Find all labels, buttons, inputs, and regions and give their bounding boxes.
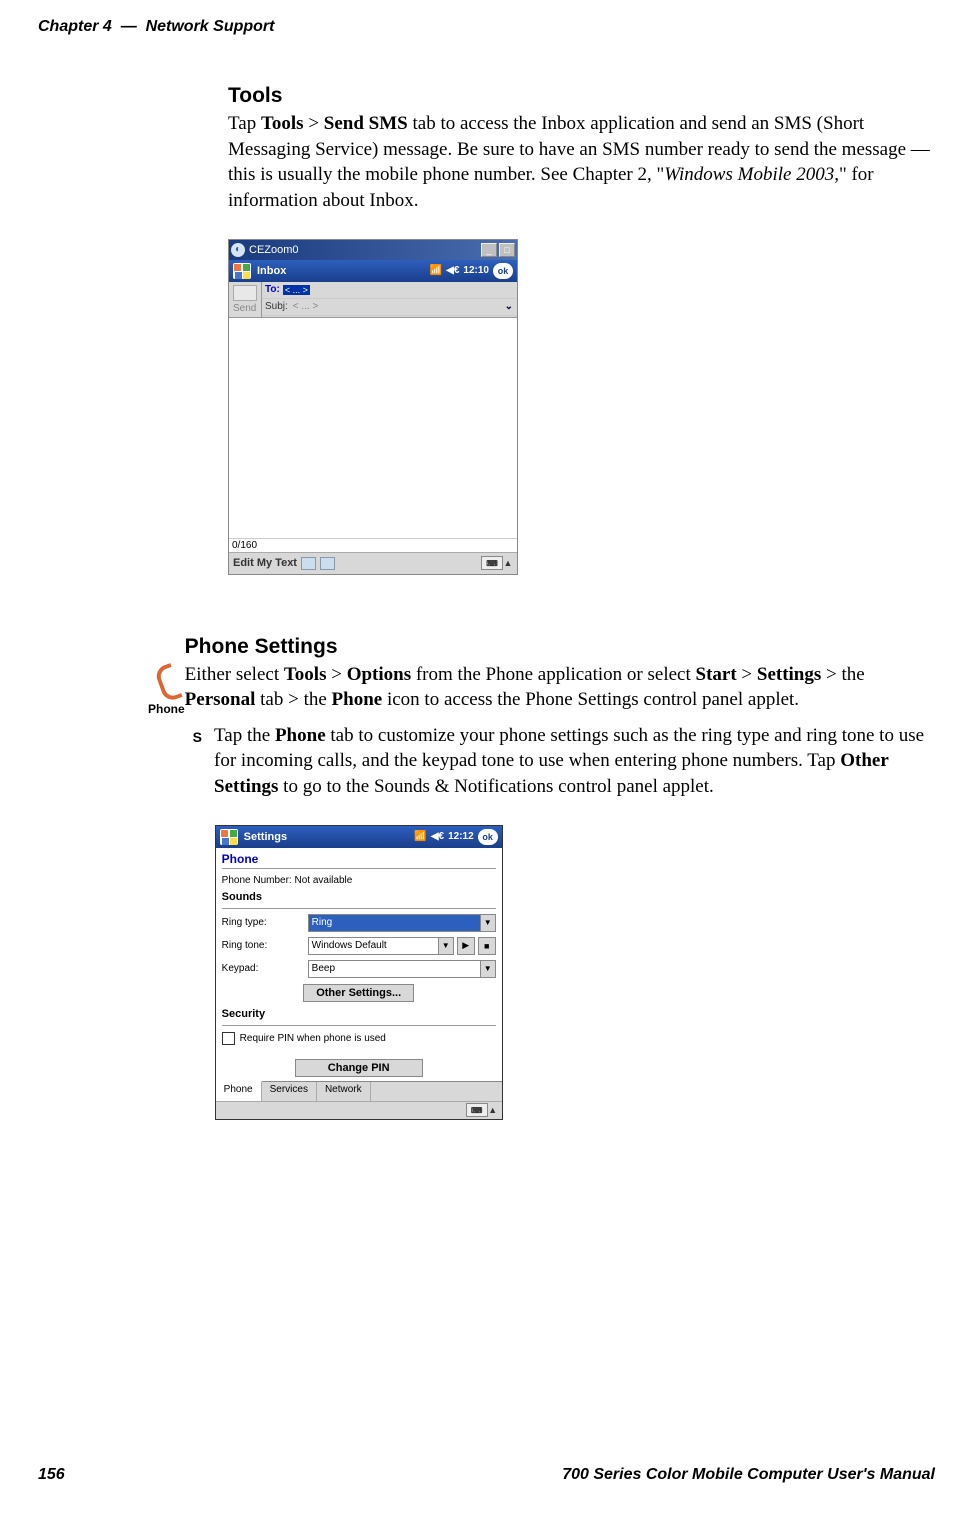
- chevron-down-icon[interactable]: ▼: [438, 938, 453, 954]
- compose-header: Send To: < ... > Subj: < ... > ⌄: [229, 282, 517, 318]
- play-button[interactable]: ▶: [457, 937, 475, 955]
- em-dash: —: [121, 18, 137, 35]
- volume-icon: ◀€: [446, 265, 459, 276]
- up-arrow-icon[interactable]: ▲: [488, 1105, 498, 1115]
- page-footer: 156 700 Series Color Mobile Computer Use…: [0, 1466, 973, 1484]
- window-titlebar: ◐ CEZoom0 _ □: [229, 240, 517, 260]
- ring-type-dropdown[interactable]: Ring ▼: [308, 914, 496, 932]
- phone-icon-label: Phone: [148, 702, 185, 716]
- keypad-dropdown[interactable]: Beep ▼: [308, 960, 496, 978]
- up-arrow-icon[interactable]: ▲: [503, 558, 513, 568]
- settings-bottom-bar: ⌨ ▲: [216, 1101, 502, 1119]
- toolbar-icon-2[interactable]: [320, 557, 335, 570]
- ring-type-row: Ring type: Ring ▼: [222, 914, 496, 932]
- subject-placeholder: < ... >: [291, 301, 319, 312]
- settings-title: Settings: [244, 831, 287, 843]
- window-title: CEZoom0: [249, 244, 299, 256]
- other-settings-button[interactable]: Other Settings...: [303, 984, 414, 1002]
- chevron-down-icon[interactable]: ▼: [480, 915, 495, 931]
- char-counter: 0/160: [229, 538, 517, 552]
- tab-phone[interactable]: Phone: [216, 1081, 262, 1101]
- ok-button[interactable]: ok: [493, 263, 513, 279]
- signal-icon: 📶: [430, 265, 442, 276]
- signal-icon: 📶: [414, 831, 426, 842]
- tools-heading: Tools: [228, 84, 935, 108]
- volume-icon: ◀€: [431, 831, 444, 842]
- chapter-number: Chapter 4: [38, 18, 112, 35]
- require-pin-row[interactable]: Require PIN when phone is used: [222, 1032, 496, 1045]
- app-name: Inbox: [257, 265, 286, 277]
- phone-applet-icon: Phone: [148, 635, 185, 1120]
- change-pin-button[interactable]: Change PIN: [295, 1059, 423, 1077]
- ce-top-bar: Inbox 📶 ◀€ 12:10 ok: [229, 260, 517, 282]
- edit-my-text-button[interactable]: Edit My Text: [233, 557, 297, 569]
- chapter-title: Network Support: [146, 18, 275, 35]
- phone-settings-heading: Phone Settings: [185, 635, 935, 659]
- clock: 12:10: [463, 265, 489, 276]
- phone-number-label: Phone Number:: [222, 875, 292, 886]
- minimize-button[interactable]: _: [481, 243, 497, 257]
- running-header: Chapter 4 — Network Support: [0, 0, 973, 36]
- ring-tone-dropdown[interactable]: Windows Default ▼: [308, 937, 454, 955]
- subject-field[interactable]: Subj: < ... > ⌄: [262, 299, 517, 316]
- maximize-button[interactable]: □: [499, 243, 515, 257]
- phone-section-link[interactable]: Phone: [222, 852, 496, 866]
- tools-paragraph: Tap Tools > Send SMS tab to access the I…: [228, 111, 935, 214]
- require-pin-label: Require PIN when phone is used: [240, 1033, 386, 1044]
- start-flag-icon[interactable]: [220, 829, 238, 845]
- phone-handset-icon: [156, 665, 176, 699]
- require-pin-checkbox[interactable]: [222, 1032, 235, 1045]
- ring-tone-label: Ring tone:: [222, 940, 308, 951]
- to-recipient-chip[interactable]: < ... >: [283, 285, 310, 295]
- bullet-item: S Tap the Phone tab to customize your ph…: [193, 723, 935, 800]
- toolbar-icon-1[interactable]: [301, 557, 316, 570]
- keyboard-icon[interactable]: ⌨: [466, 1103, 488, 1117]
- bullet-marker-icon: S: [193, 728, 202, 800]
- page-number: 156: [38, 1466, 65, 1484]
- app-icon: ◐: [231, 243, 245, 257]
- phone-settings-screenshot: Settings 📶 ◀€ 12:12 ok Phone Phone Numbe…: [215, 825, 503, 1120]
- settings-tabs: Phone Services Network: [216, 1081, 502, 1101]
- to-field[interactable]: To: < ... >: [262, 282, 517, 299]
- phone-number-row: Phone Number: Not available: [222, 875, 496, 886]
- to-label: To:: [262, 284, 283, 295]
- settings-top-bar: Settings 📶 ◀€ 12:12 ok: [216, 826, 502, 848]
- bottom-toolbar: Edit My Text ⌨ ▲: [229, 552, 517, 574]
- clock: 12:12: [448, 831, 474, 842]
- keypad-row: Keypad: Beep ▼: [222, 960, 496, 978]
- manual-title: 700 Series Color Mobile Computer User's …: [562, 1466, 935, 1484]
- message-body-input[interactable]: [229, 318, 517, 538]
- tab-services[interactable]: Services: [262, 1082, 317, 1101]
- sounds-heading: Sounds: [222, 891, 496, 903]
- send-button[interactable]: Send: [229, 282, 262, 317]
- ring-tone-row: Ring tone: Windows Default ▼ ▶ ■: [222, 937, 496, 955]
- chevron-down-icon[interactable]: ▼: [480, 961, 495, 977]
- security-heading: Security: [222, 1008, 496, 1020]
- phone-number-value: Not available: [295, 875, 353, 886]
- stop-button[interactable]: ■: [478, 937, 496, 955]
- sms-compose-screenshot: ◐ CEZoom0 _ □ Inbox 📶 ◀€ 12:10 ok Send: [228, 239, 518, 575]
- keyboard-icon[interactable]: ⌨: [481, 556, 503, 570]
- subject-label: Subj:: [262, 301, 291, 312]
- expand-chevron-icon[interactable]: ⌄: [501, 301, 517, 312]
- keypad-label: Keypad:: [222, 963, 308, 974]
- envelope-icon: [233, 285, 257, 301]
- ok-button[interactable]: ok: [478, 829, 498, 845]
- tab-network[interactable]: Network: [317, 1082, 371, 1101]
- ring-type-label: Ring type:: [222, 917, 308, 928]
- phone-settings-paragraph: Either select Tools > Options from the P…: [185, 662, 935, 713]
- start-flag-icon[interactable]: [233, 263, 251, 279]
